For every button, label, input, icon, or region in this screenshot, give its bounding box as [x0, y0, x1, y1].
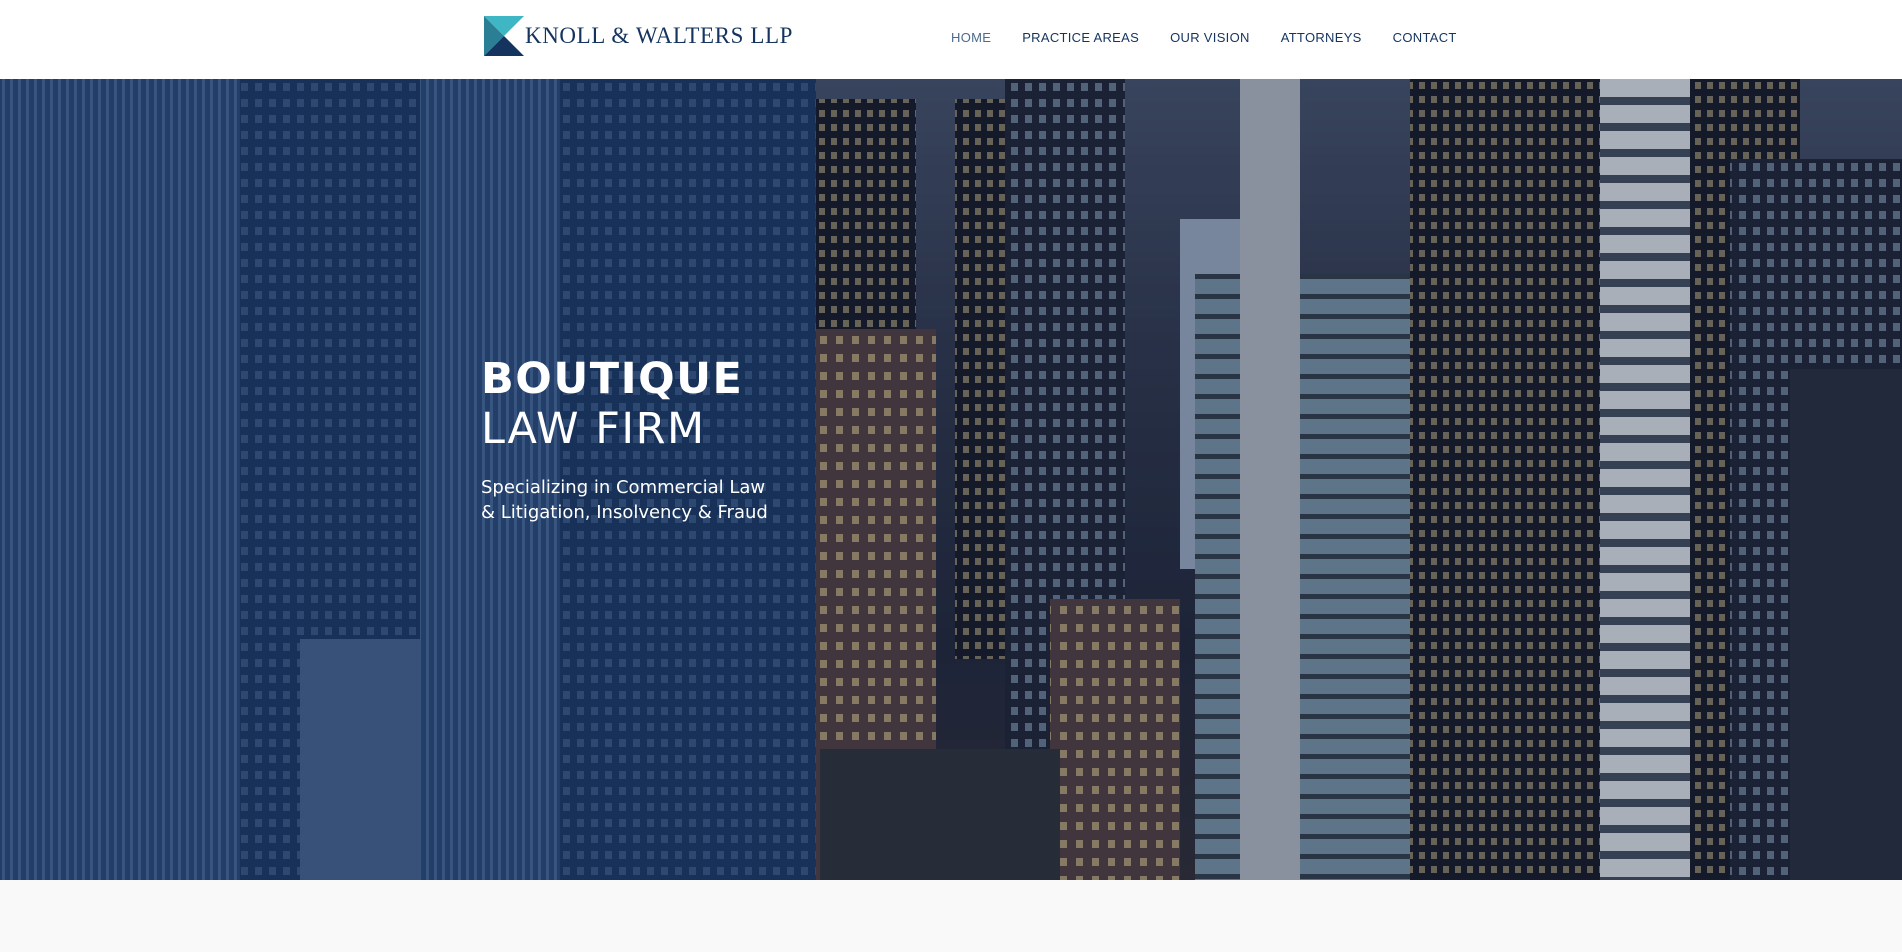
nav-our-vision[interactable]: OUR VISION: [1170, 30, 1250, 45]
main-nav: HOME PRACTICE AREAS OUR VISION ATTORNEYS…: [951, 30, 1457, 45]
nav-contact[interactable]: CONTACT: [1393, 30, 1457, 45]
brand-name: KNOLL & WALTERS LLP: [525, 23, 794, 48]
nav-practice-areas[interactable]: PRACTICE AREAS: [1022, 30, 1139, 45]
hero-title-line2: LAW FIRM: [481, 404, 706, 454]
hero-subtitle: Specializing in Commercial Law & Litigat…: [481, 477, 768, 523]
hero-text: BOUTIQUE LAW FIRM Specializing in Commer…: [481, 353, 781, 525]
site-logo[interactable]: KNOLL & WALTERS LLP: [484, 16, 793, 56]
hero-section: BOUTIQUE LAW FIRM Specializing in Commer…: [0, 79, 1902, 880]
triangle-k-logo-icon: [484, 16, 524, 56]
nav-attorneys[interactable]: ATTORNEYS: [1281, 30, 1362, 45]
site-header: KNOLL & WALTERS LLP HOME PRACTICE AREAS …: [0, 0, 1902, 79]
nav-home[interactable]: HOME: [951, 30, 991, 45]
page-section-below-hero: [0, 880, 1902, 952]
hero-title-line1: BOUTIQUE: [481, 354, 744, 404]
